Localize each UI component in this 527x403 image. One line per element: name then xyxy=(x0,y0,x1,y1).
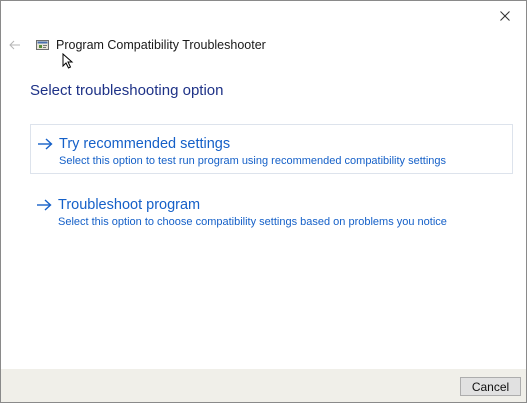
window-title: Program Compatibility Troubleshooter xyxy=(56,38,266,52)
back-button[interactable] xyxy=(7,37,23,53)
cancel-button[interactable]: Cancel xyxy=(460,377,521,396)
troubleshooter-window: Program Compatibility Troubleshooter Sel… xyxy=(0,0,527,403)
footer-bar xyxy=(1,369,526,402)
arrow-right-icon xyxy=(38,138,53,150)
back-arrow-icon xyxy=(9,40,20,50)
option-title: Try recommended settings xyxy=(59,136,231,152)
close-icon xyxy=(500,11,510,21)
option-troubleshoot-program[interactable]: Troubleshoot program Select this option … xyxy=(30,186,513,236)
program-compatibility-icon xyxy=(36,40,49,50)
page-heading: Select troubleshooting option xyxy=(30,82,224,99)
option-description: Select this option to test run program u… xyxy=(59,155,447,167)
arrow-right-icon xyxy=(37,199,52,211)
close-button[interactable] xyxy=(494,5,516,27)
option-title: Troubleshoot program xyxy=(58,197,201,213)
mouse-cursor-icon xyxy=(62,53,74,69)
option-try-recommended-settings[interactable]: Try recommended settings Select this opt… xyxy=(30,124,513,174)
option-description: Select this option to choose compatibili… xyxy=(58,216,447,228)
